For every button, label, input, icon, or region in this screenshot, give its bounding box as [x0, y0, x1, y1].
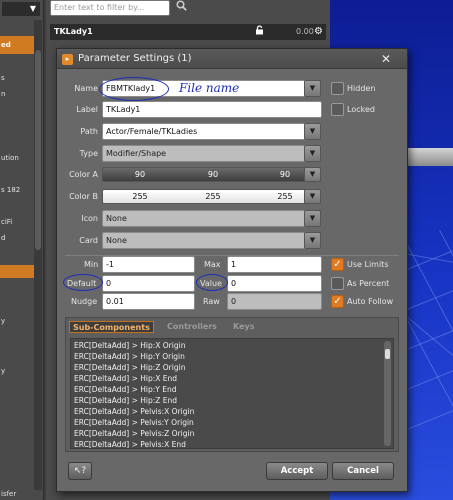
raw-label: Raw — [203, 297, 220, 306]
chevron-down-icon: ▼ — [309, 214, 316, 222]
left-panel: ▼ ed s n ution s 182 ciFi d y y isfer — [0, 0, 44, 500]
auto-follow-checkbox[interactable]: ✓ — [331, 295, 344, 308]
nudge-field[interactable]: 0.01 — [102, 293, 195, 310]
search-icon[interactable] — [174, 0, 188, 14]
name-label: Name — [74, 84, 98, 93]
tab-sub-components[interactable]: Sub-Components — [69, 321, 154, 333]
scene-row-value: 0.00 — [296, 27, 314, 36]
color-a-dropdown-button[interactable]: ▼ — [304, 167, 321, 182]
filter-input[interactable]: Enter text to filter by... — [50, 0, 170, 16]
locked-label: Locked — [347, 105, 375, 114]
list-item[interactable]: ERC[DeltaAdd] > Pelvis:Y Origin — [74, 417, 194, 428]
gear-icon[interactable]: ⚙ — [314, 24, 323, 40]
default-field[interactable]: 0 — [102, 275, 195, 292]
use-limits-label: Use Limits — [347, 260, 389, 269]
as-percent-checkbox[interactable] — [331, 277, 344, 290]
label-field[interactable]: TKLady1 — [102, 101, 322, 118]
color-b-r: 255 — [132, 192, 148, 201]
chevron-down-icon: ▼ — [309, 170, 316, 178]
color-a-label: Color A — [69, 170, 98, 179]
color-b-dropdown-button[interactable]: ▼ — [304, 189, 321, 204]
chevron-down-icon: ▼ — [309, 84, 316, 92]
color-b-swatch[interactable]: 255 255 255 — [102, 189, 321, 204]
name-dropdown-button[interactable]: ▼ — [304, 80, 321, 97]
list-item[interactable]: ERC[DeltaAdd] > Hip:Z Origin — [74, 362, 185, 373]
list-item[interactable]: ERC[DeltaAdd] > Hip:X Origin — [74, 340, 185, 351]
sub-components-panel: Sub-Components Controllers Keys ERC[Delt… — [65, 317, 399, 452]
as-percent-label: As Percent — [347, 279, 390, 288]
value-field[interactable]: 0 — [227, 275, 322, 292]
sub-components-list[interactable]: ERC[DeltaAdd] > Hip:X Origin ERC[DeltaAd… — [70, 338, 394, 449]
accept-button[interactable]: Accept — [266, 462, 328, 480]
path-dropdown-button[interactable]: ▼ — [304, 123, 321, 140]
color-b-label: Color B — [69, 192, 98, 201]
locked-checkbox[interactable] — [331, 103, 344, 116]
tab-controllers[interactable]: Controllers — [164, 321, 220, 333]
nudge-label: Nudge — [71, 297, 98, 306]
chevron-down-icon: ▼ — [309, 127, 316, 135]
left-panel-scrollbar[interactable] — [34, 20, 42, 490]
tab-keys[interactable]: Keys — [230, 321, 257, 333]
path-field[interactable]: Actor/Female/TKLadies — [102, 123, 311, 140]
min-field[interactable]: -1 — [102, 256, 195, 273]
card-select[interactable]: None — [102, 232, 311, 249]
chevron-down-icon: ▼ — [309, 149, 316, 157]
default-label: Default — [67, 279, 97, 288]
dialog-title: Parameter Settings (1) — [78, 53, 192, 64]
value-label: Value — [200, 279, 222, 288]
left-panel-dropdown[interactable]: ▼ — [2, 2, 40, 16]
list-scrollbar[interactable] — [384, 341, 391, 446]
max-field[interactable]: 1 — [227, 256, 322, 273]
icon-dropdown-button[interactable]: ▼ — [304, 210, 321, 227]
list-item[interactable]: ERC[DeltaAdd] > Pelvis:Z Origin — [74, 428, 194, 439]
card-label: Card — [79, 236, 98, 245]
app-icon: ▸ — [62, 54, 73, 65]
type-label: Type — [79, 149, 98, 158]
type-select[interactable]: Modifier/Shape — [102, 145, 311, 162]
list-item[interactable]: ERC[DeltaAdd] > Hip:Y End — [74, 384, 176, 395]
path-label: Path — [80, 127, 98, 136]
scene-row-name: TKLady1 — [54, 27, 93, 36]
icon-label: Icon — [81, 214, 98, 223]
auto-follow-label: Auto Follow — [347, 297, 394, 306]
list-item[interactable]: ERC[DeltaAdd] > Hip:Y Origin — [74, 351, 185, 362]
chevron-down-icon: ▼ — [309, 236, 316, 244]
list-item[interactable]: ERC[DeltaAdd] > Hip:X End — [74, 373, 177, 384]
help-button[interactable]: ↖? — [68, 462, 92, 480]
raw-field: 0 — [227, 293, 322, 310]
hidden-checkbox[interactable] — [331, 82, 344, 95]
list-item[interactable]: ERC[DeltaAdd] > Pelvis:X Origin — [74, 406, 194, 417]
parameter-settings-dialog: ▸ Parameter Settings (1) ✕ Name FBMTKlad… — [56, 48, 408, 492]
list-item[interactable]: ERC[DeltaAdd] > Pelvis:X End — [74, 439, 186, 448]
color-b-g: 255 — [205, 192, 221, 201]
lock-icon[interactable] — [255, 24, 264, 40]
chevron-down-icon: ▼ — [309, 192, 316, 200]
list-item[interactable]: ERC[DeltaAdd] > Hip:Z End — [74, 395, 177, 406]
color-b-b: 255 — [277, 192, 293, 201]
cancel-button[interactable]: Cancel — [332, 462, 394, 480]
min-label: Min — [84, 260, 99, 269]
close-icon[interactable]: ✕ — [377, 50, 395, 68]
chevron-down-icon: ▼ — [29, 4, 36, 13]
max-label: Max — [204, 260, 221, 269]
color-a-b: 90 — [279, 170, 291, 179]
type-dropdown-button[interactable]: ▼ — [304, 145, 321, 162]
icon-select[interactable]: None — [102, 210, 311, 227]
color-a-r: 90 — [134, 170, 146, 179]
scene-row[interactable]: TKLady1 0.00 ⚙ — [50, 24, 326, 40]
hidden-label: Hidden — [347, 84, 376, 93]
use-limits-checkbox[interactable]: ✓ — [331, 258, 344, 271]
tab-bar: Sub-Components Controllers Keys — [66, 318, 398, 336]
color-a-swatch[interactable]: 90 90 90 — [102, 167, 321, 182]
card-dropdown-button[interactable]: ▼ — [304, 232, 321, 249]
color-a-g: 90 — [207, 170, 219, 179]
label-label: Label — [76, 105, 98, 114]
dialog-titlebar[interactable]: ▸ Parameter Settings (1) ✕ — [57, 49, 407, 69]
annotation-text: File name — [179, 81, 240, 95]
